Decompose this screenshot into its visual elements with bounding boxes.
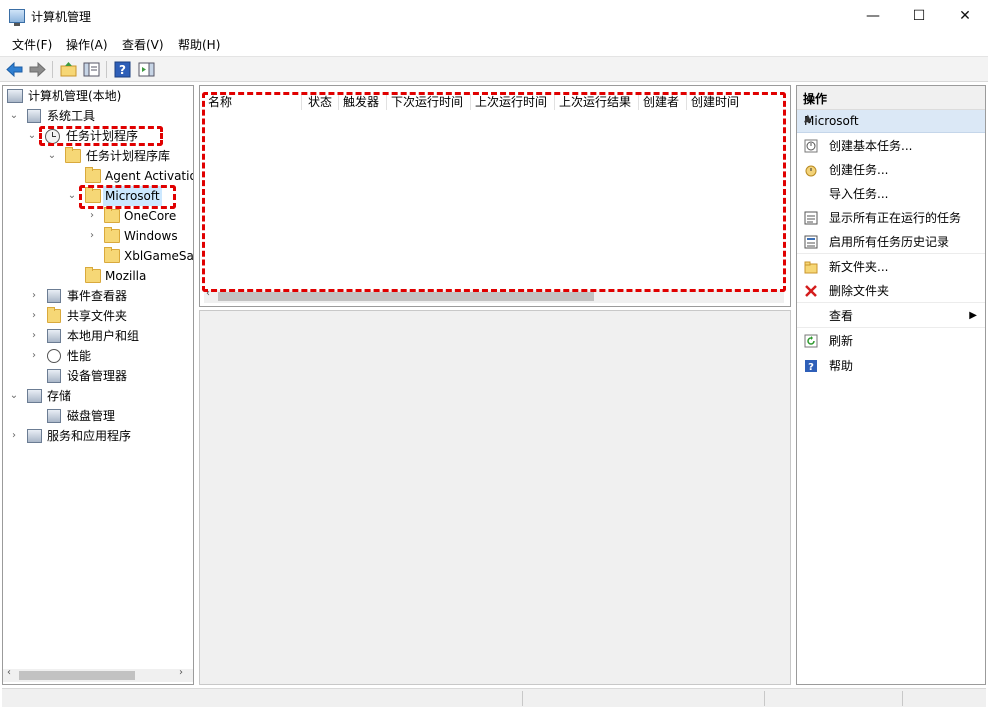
- minimize-button[interactable]: —: [850, 0, 896, 32]
- svg-text:?: ?: [119, 63, 126, 77]
- folder-icon: [85, 167, 101, 183]
- storage-icon: [27, 389, 42, 403]
- running-tasks-icon: [804, 211, 818, 225]
- history-icon: [804, 235, 818, 249]
- menu-action[interactable]: 操作(A): [66, 36, 108, 53]
- scroll-left-icon[interactable]: ‹: [7, 667, 11, 678]
- chevron-down-icon[interactable]: ⌄: [9, 386, 19, 406]
- action-refresh[interactable]: 刷新: [797, 329, 985, 353]
- chevron-down-icon[interactable]: ⌄: [67, 186, 77, 206]
- refresh-icon: [804, 334, 818, 348]
- menu-help[interactable]: 帮助(H): [178, 36, 220, 53]
- menu-view[interactable]: 查看(V): [122, 36, 164, 53]
- submenu-arrow-icon: ▶: [969, 310, 977, 321]
- chevron-right-icon[interactable]: ›: [9, 426, 19, 446]
- task-details-pane: [199, 310, 791, 685]
- svg-text:?: ?: [808, 362, 814, 373]
- actions-header: 操作: [797, 86, 985, 110]
- help-icon[interactable]: ?: [113, 60, 132, 79]
- users-icon: [47, 329, 61, 343]
- close-button[interactable]: ✕: [942, 0, 988, 32]
- scroll-right-icon[interactable]: ›: [179, 667, 183, 678]
- folder-icon: [104, 227, 120, 243]
- action-view[interactable]: 查看 ▶: [797, 304, 985, 328]
- up-folder-icon[interactable]: [59, 60, 78, 79]
- performance-icon: [47, 349, 61, 363]
- status-bar: [2, 688, 986, 707]
- scrollbar-thumb[interactable]: [19, 671, 135, 680]
- collapse-triangle-icon[interactable]: ▲: [804, 113, 978, 124]
- device-manager-icon: [47, 369, 61, 383]
- help-icon: ?: [805, 360, 817, 373]
- shared-folder-icon: [47, 307, 61, 323]
- window-title: 计算机管理: [31, 10, 92, 24]
- services-icon: [27, 429, 42, 443]
- chevron-right-icon[interactable]: ›: [87, 206, 97, 226]
- tools-icon: [27, 109, 41, 123]
- computer-management-icon: [7, 89, 23, 103]
- chevron-right-icon[interactable]: ›: [29, 286, 39, 306]
- chevron-right-icon[interactable]: ›: [29, 306, 39, 326]
- console-tree: 计算机管理(本地) ⌄ 系统工具 ⌄ 任务计划程序 ⌄ 任务计划程序库 Agen…: [2, 85, 194, 685]
- forward-arrow-icon[interactable]: [28, 60, 47, 79]
- chevron-down-icon[interactable]: ⌄: [47, 146, 57, 166]
- highlight-box-task-list: [202, 92, 786, 292]
- maximize-button[interactable]: ☐: [896, 0, 942, 32]
- action-import-task[interactable]: 导入任务...: [797, 182, 985, 206]
- action-create-task[interactable]: 创建任务...: [797, 158, 985, 182]
- disk-management-icon: [47, 409, 61, 423]
- highlight-box-task-scheduler: [39, 126, 163, 146]
- actions-pane: 操作 Microsoft ▲ 创建基本任务... 创建任务... 导入任务...…: [796, 85, 986, 685]
- basic-task-icon: [804, 139, 818, 153]
- action-show-running-tasks[interactable]: 显示所有正在运行的任务: [797, 206, 985, 230]
- chevron-down-icon[interactable]: ⌄: [9, 106, 19, 126]
- scrollbar-thumb[interactable]: [218, 292, 594, 301]
- tree-horizontal-scrollbar[interactable]: ‹ ›: [3, 667, 193, 682]
- action-help[interactable]: ? 帮助: [797, 354, 985, 378]
- title-bar: 计算机管理 — ☐ ✕: [0, 0, 988, 32]
- folder-clock-icon: [65, 147, 81, 163]
- event-viewer-icon: [47, 289, 61, 303]
- folder-icon: [85, 267, 101, 283]
- action-delete-folder[interactable]: 删除文件夹: [797, 279, 985, 303]
- action-create-basic-task[interactable]: 创建基本任务...: [797, 134, 985, 158]
- show-hide-console-tree-icon[interactable]: [82, 60, 101, 79]
- chevron-down-icon[interactable]: ⌄: [27, 126, 37, 146]
- action-enable-history[interactable]: 启用所有任务历史记录: [797, 230, 985, 254]
- action-new-folder[interactable]: 新文件夹...: [797, 255, 985, 279]
- back-arrow-icon[interactable]: [5, 60, 24, 79]
- new-folder-icon: [804, 261, 818, 274]
- menu-bar: 文件(F) 操作(A) 查看(V) 帮助(H): [0, 32, 988, 54]
- folder-icon: [104, 207, 120, 223]
- toolbar: ?: [0, 56, 988, 82]
- task-list-pane: 名称 状态 触发器 下次运行时间 上次运行时间 上次运行结果 创建者 创建时间 …: [199, 85, 791, 307]
- menu-file[interactable]: 文件(F): [12, 36, 52, 53]
- highlight-box-microsoft: [79, 185, 176, 209]
- actions-section-microsoft[interactable]: Microsoft ▲: [797, 110, 985, 133]
- chevron-right-icon[interactable]: ›: [87, 226, 97, 246]
- folder-icon: [104, 247, 120, 263]
- show-hide-action-pane-icon[interactable]: [137, 60, 156, 79]
- chevron-right-icon[interactable]: ›: [29, 346, 39, 366]
- delete-icon: [805, 285, 817, 297]
- computer-management-icon: [9, 9, 25, 26]
- create-task-icon: [805, 165, 817, 177]
- chevron-right-icon[interactable]: ›: [29, 326, 39, 346]
